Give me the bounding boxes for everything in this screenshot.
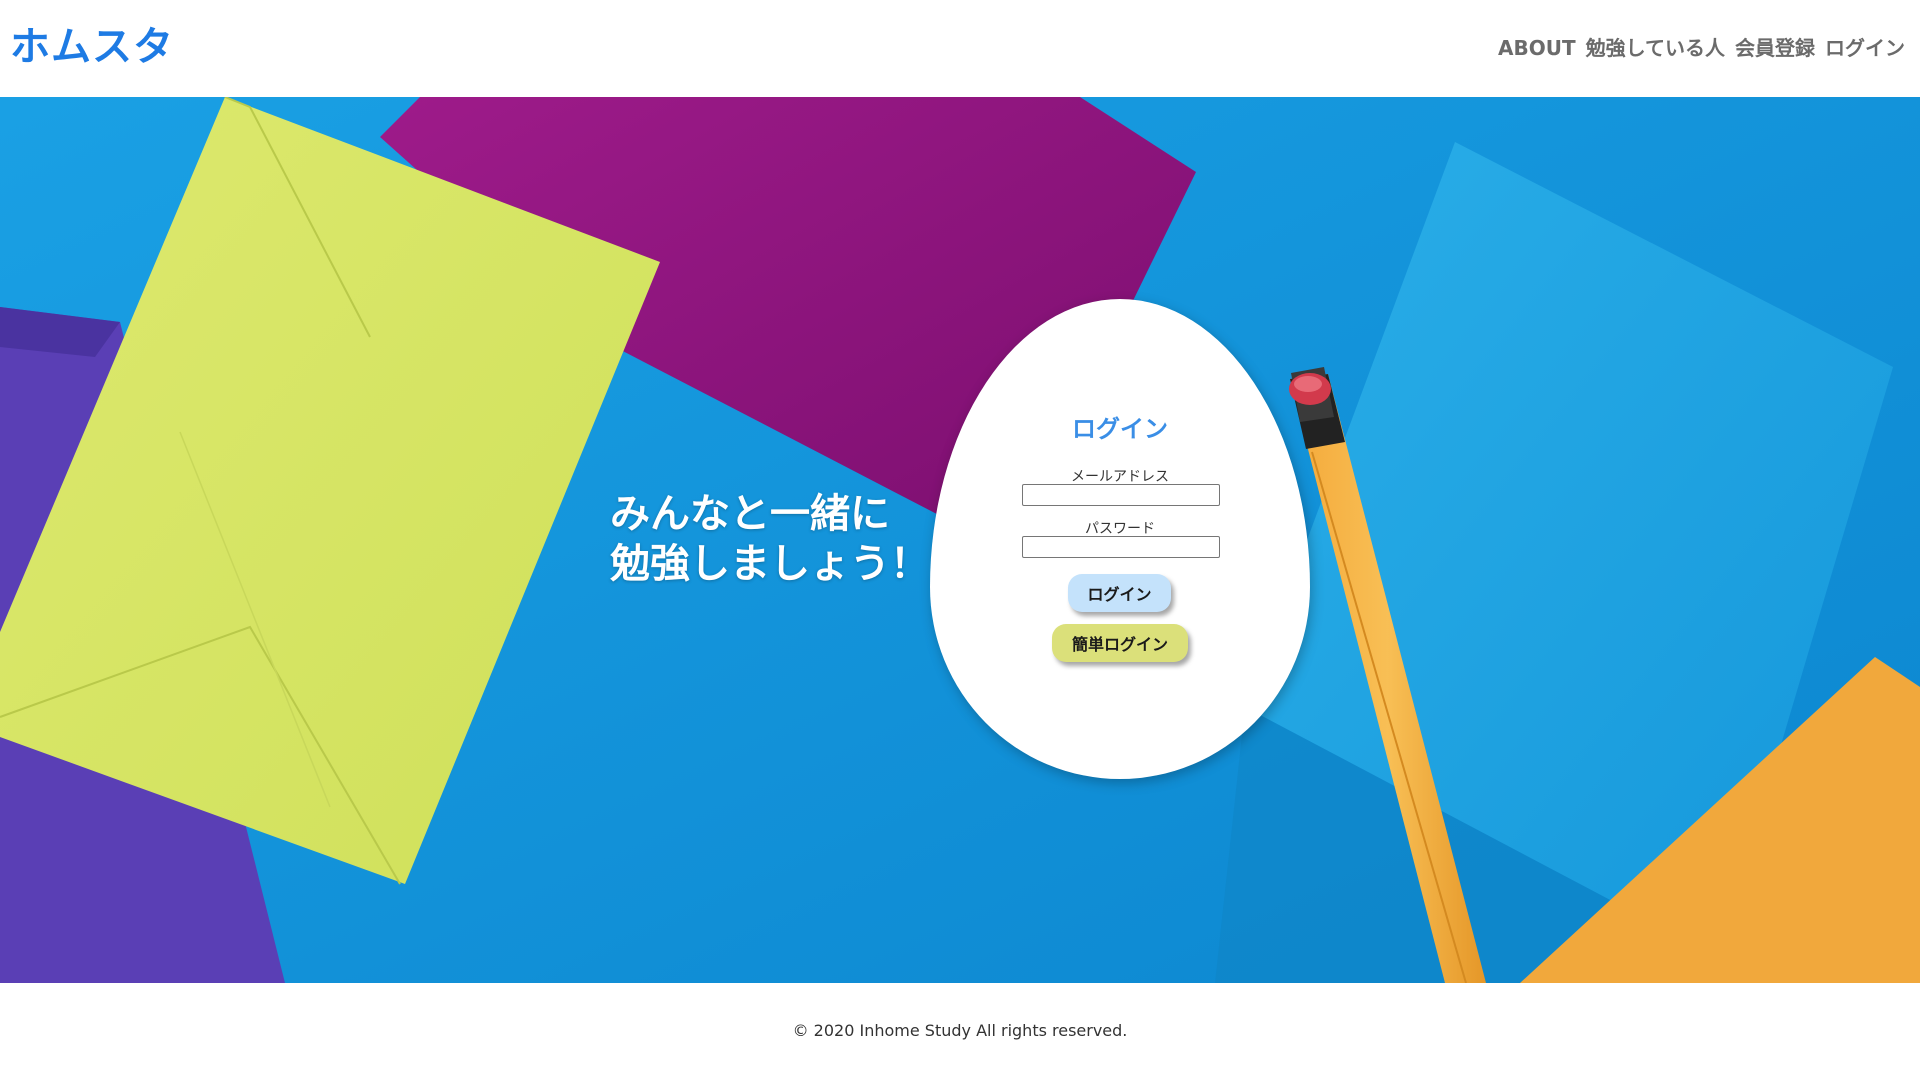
password-label: パスワード [1085, 521, 1155, 537]
copyright-text: © 2020 Inhome Study All rights reserved. [792, 1021, 1128, 1040]
tagline-line-1: みんなと一緒に [610, 491, 890, 537]
nav-about-link[interactable]: ABOUT [1498, 33, 1576, 63]
password-field[interactable] [1022, 536, 1220, 558]
easy-login-button[interactable]: 簡単ログイン [1052, 624, 1188, 662]
email-field[interactable] [1022, 484, 1220, 506]
nav-signup-link[interactable]: 会員登録 [1735, 33, 1815, 63]
main-nav: ABOUT 勉強している人 会員登録 ログイン [1498, 33, 1905, 63]
tagline-line-2: 勉強しましょう！ [610, 541, 930, 587]
email-label: メールアドレス [1071, 469, 1169, 485]
nav-studying-link[interactable]: 勉強している人 [1586, 33, 1725, 63]
hero-section: みんなと一緒に 勉強しましょう！ ログイン メールアドレス パスワード ログイン… [0, 97, 1920, 983]
hero-tagline: みんなと一緒に 勉強しましょう！ [610, 489, 930, 589]
login-title: ログイン [1072, 415, 1168, 443]
site-header: ホムスタ ABOUT 勉強している人 会員登録 ログイン [0, 0, 1920, 97]
site-footer: © 2020 Inhome Study All rights reserved. [0, 983, 1920, 1080]
nav-login-link[interactable]: ログイン [1825, 33, 1905, 63]
site-logo[interactable]: ホムスタ [10, 22, 174, 72]
login-button[interactable]: ログイン [1068, 574, 1171, 612]
